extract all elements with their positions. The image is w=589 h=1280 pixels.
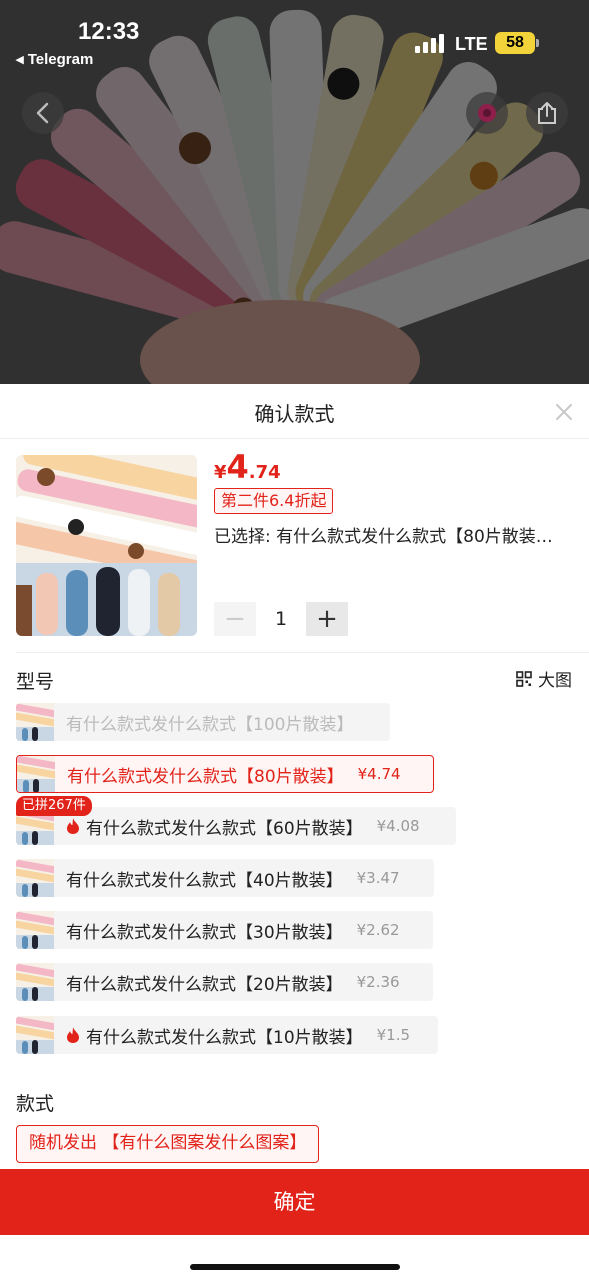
price-currency: ¥ [214,462,227,483]
back-to-telegram-link[interactable]: ◂ Telegram [16,50,93,68]
confirm-button[interactable]: 确定 [0,1169,589,1235]
model-option-label: 有什么款式发什么款式【80片散装】 [67,766,344,787]
flame-icon [67,1027,79,1043]
model-option-thumbnail [16,963,54,1001]
product-photo-backdrop: 12:33 ◂ Telegram LTE 58 [0,0,589,384]
model-option-thumbnail [17,756,55,792]
model-option[interactable]: 有什么款式发什么款式【80片散装】 ¥4.74 [16,755,434,793]
model-option-price: ¥1.5 [376,1026,411,1044]
back-button[interactable] [22,92,64,134]
home-indicator [190,1264,400,1270]
model-option[interactable]: 有什么款式发什么款式【20片散装】 ¥2.36 [16,963,433,1001]
status-bar: 12:33 ◂ Telegram LTE 58 [0,0,589,80]
sheet-title: 确认款式 [254,402,335,426]
model-option-label: 有什么款式发什么款式【40片散装】 [66,870,343,891]
price-integer: 4 [226,448,249,486]
model-option-label: 有什么款式发什么款式【10片散装】 [86,1027,363,1048]
status-time: 12:33 [78,18,140,45]
model-option-label: 有什么款式发什么款式【60片散装】 [86,818,363,839]
close-icon[interactable] [552,400,576,424]
product-thumbnail[interactable] [16,455,197,636]
divider [0,438,589,439]
quantity-increase-button[interactable]: + [306,602,348,636]
quantity-decrease-button[interactable]: − [214,602,256,636]
model-option-label: 有什么款式发什么款式【30片散装】 [66,922,343,943]
style-option-random[interactable]: 随机发出 【有什么图案发什么图案】 [16,1125,320,1163]
model-section-label: 型号 [16,671,55,693]
model-option-price: ¥2.36 [356,973,400,991]
model-option-price: ¥4.08 [376,817,420,835]
selected-variant-text: 已选择: 有什么款式发什么款式【80片散装… [214,527,553,547]
model-option-price: ¥2.62 [356,921,400,939]
model-option-label: 有什么款式发什么款式【20片散装】 [66,974,343,995]
model-option-label: 有什么款式发什么款式【100片散装】 [66,714,354,735]
product-price: ¥4.74 [214,448,281,486]
cart-icon [478,104,496,122]
grid-view-icon [516,670,532,687]
chevron-left-icon [36,102,49,124]
signal-icon [415,34,444,53]
quantity-value[interactable]: 1 [262,608,300,630]
model-option-price: ¥3.47 [356,869,400,887]
model-option[interactable]: 有什么款式发什么款式【40片散装】 ¥3.47 [16,859,434,897]
model-option[interactable]: 有什么款式发什么款式【30片散装】 ¥2.62 [16,911,433,949]
network-type: LTE [455,34,488,54]
style-section-label: 款式 [16,1093,55,1115]
price-decimal: .74 [248,462,281,483]
model-option[interactable]: 有什么款式发什么款式【10片散装】 ¥1.5 [16,1016,438,1054]
share-icon [538,102,556,124]
group-buy-badge: 已拼267件 [16,796,92,816]
battery-icon: 58 [495,32,535,54]
flame-icon [67,818,79,834]
divider [16,652,589,653]
big-image-button[interactable]: 大图 [516,666,572,691]
product-thumbnail-image [16,455,197,636]
model-option-thumbnail [16,703,54,741]
model-option-thumbnail [16,911,54,949]
model-option-thumbnail [16,859,54,897]
model-option-thumbnail [16,1016,54,1054]
select-style-sheet: 确认款式 ¥4.74 第二件6.4折起 已选择: 有什么款式发什么款式【80片散… [0,384,589,1280]
model-option-price: ¥4.74 [357,765,401,783]
battery-tip [536,39,539,47]
promo-badge: 第二件6.4折起 [214,488,334,514]
big-image-label: 大图 [538,671,572,691]
model-option[interactable]: 有什么款式发什么款式【100片散装】 [16,703,390,741]
cart-button[interactable] [466,92,508,134]
share-button[interactable] [526,92,568,134]
